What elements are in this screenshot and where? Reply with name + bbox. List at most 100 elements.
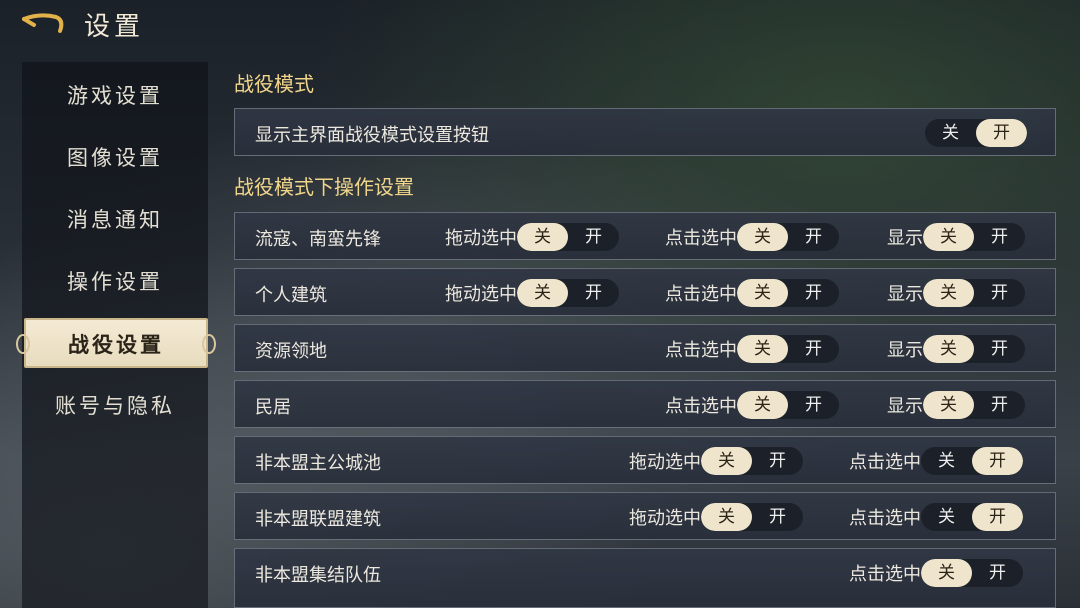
toggle-on[interactable]: 开 <box>788 391 839 419</box>
control-label: 显示 <box>887 284 923 305</box>
control-label: 显示 <box>887 340 923 361</box>
sidebar-item-notifications[interactable]: 消息通知 <box>22 194 208 246</box>
show-control: 显示 关 开 <box>887 222 1025 252</box>
settings-row: 非本盟联盟建筑 拖动选中 关 开 点击选中 关 开 <box>234 492 1056 540</box>
sidebar: 游戏设置 图像设置 消息通知 操作设置 战役设置 账号与隐私 <box>16 62 216 608</box>
toggle-switch[interactable]: 关 开 <box>517 279 619 307</box>
section-title-campaign-ops: 战役模式下操作设置 <box>234 175 414 199</box>
toggle-switch[interactable]: 关 开 <box>737 223 839 251</box>
toggle-on[interactable]: 开 <box>568 223 619 251</box>
toggle-on[interactable]: 开 <box>568 279 619 307</box>
toggle-off[interactable]: 关 <box>923 223 974 251</box>
toggle-on[interactable]: 开 <box>972 447 1023 475</box>
control-label: 点击选中 <box>665 284 737 305</box>
toggle-off[interactable]: 关 <box>925 119 976 147</box>
toggle-on[interactable]: 开 <box>972 559 1023 587</box>
sidebar-item-controls[interactable]: 操作设置 <box>22 256 208 308</box>
settings-row: 资源领地 点击选中 关 开 显示 关 开 <box>234 324 1056 372</box>
show-button-control: 关 开 <box>925 118 1027 148</box>
toggle-switch[interactable]: 关 开 <box>737 279 839 307</box>
toggle-off[interactable]: 关 <box>737 279 788 307</box>
toggle-switch[interactable]: 关 开 <box>923 335 1025 363</box>
control-label: 显示 <box>887 228 923 249</box>
drag-select-control: 拖动选中 关 开 <box>445 278 619 308</box>
click-select-control: 点击选中 关 开 <box>665 334 839 364</box>
toggle-on[interactable]: 开 <box>788 335 839 363</box>
toggle-on[interactable]: 开 <box>974 335 1025 363</box>
control-label: 点击选中 <box>849 508 921 529</box>
toggle-switch[interactable]: 关 开 <box>737 335 839 363</box>
click-select-control: 点击选中 关 开 <box>665 390 839 420</box>
click-select-control: 点击选中 关 开 <box>849 502 1023 532</box>
toggle-switch[interactable]: 关 开 <box>923 391 1025 419</box>
settings-row: 非本盟主公城池 拖动选中 关 开 点击选中 关 开 <box>234 436 1056 484</box>
page-title: 设置 <box>84 12 145 42</box>
toggle-on[interactable]: 开 <box>752 447 803 475</box>
show-control: 显示 关 开 <box>887 334 1025 364</box>
click-select-control: 点击选中 关 开 <box>849 446 1023 476</box>
toggle-switch[interactable]: 关 开 <box>923 223 1025 251</box>
toggle-off[interactable]: 关 <box>737 223 788 251</box>
toggle-switch[interactable]: 关 开 <box>701 503 803 531</box>
settings-row: 非本盟集结队伍 点击选中 关 开 <box>234 548 1056 608</box>
row-label: 资源领地 <box>255 341 327 362</box>
row-label: 非本盟联盟建筑 <box>255 509 381 530</box>
control-label: 显示 <box>887 396 923 417</box>
toggle-off[interactable]: 关 <box>923 335 974 363</box>
control-label: 拖动选中 <box>445 228 517 249</box>
control-label: 点击选中 <box>665 228 737 249</box>
row-label: 非本盟主公城池 <box>255 453 381 474</box>
settings-row: 民居 点击选中 关 开 显示 关 开 <box>234 380 1056 428</box>
toggle-on[interactable]: 开 <box>752 503 803 531</box>
toggle-switch[interactable]: 关 开 <box>737 391 839 419</box>
sidebar-item-graphics[interactable]: 图像设置 <box>22 132 208 184</box>
control-label: 拖动选中 <box>629 508 701 529</box>
control-label: 点击选中 <box>665 396 737 417</box>
control-label: 拖动选中 <box>629 452 701 473</box>
toggle-switch[interactable]: 关 开 <box>921 559 1023 587</box>
toggle-off[interactable]: 关 <box>923 391 974 419</box>
sidebar-item-account-privacy[interactable]: 账号与隐私 <box>22 380 208 432</box>
row-label: 非本盟集结队伍 <box>255 565 381 586</box>
click-select-control: 点击选中 关 开 <box>665 222 839 252</box>
row-label: 民居 <box>255 397 291 418</box>
toggle-on[interactable]: 开 <box>788 279 839 307</box>
toggle-on[interactable]: 开 <box>974 223 1025 251</box>
toggle-on[interactable]: 开 <box>976 119 1027 147</box>
settings-row: 显示主界面战役模式设置按钮 关 开 <box>234 108 1056 156</box>
toggle-off[interactable]: 关 <box>701 447 752 475</box>
toggle-off[interactable]: 关 <box>737 335 788 363</box>
toggle-off[interactable]: 关 <box>701 503 752 531</box>
toggle-off[interactable]: 关 <box>921 559 972 587</box>
toggle-switch[interactable]: 关 开 <box>923 279 1025 307</box>
toggle-off[interactable]: 关 <box>921 503 972 531</box>
drag-select-control: 拖动选中 关 开 <box>445 222 619 252</box>
toggle-off[interactable]: 关 <box>923 279 974 307</box>
settings-row: 流寇、南蛮先锋 拖动选中 关 开 点击选中 关 开 显示 关 开 <box>234 212 1056 260</box>
click-select-control: 点击选中 关 开 <box>665 278 839 308</box>
section-title-campaign-mode: 战役模式 <box>234 72 314 96</box>
show-control: 显示 关 开 <box>887 390 1025 420</box>
toggle-off[interactable]: 关 <box>737 391 788 419</box>
toggle-switch[interactable]: 关 开 <box>921 503 1023 531</box>
header: 设置 <box>0 0 1080 52</box>
control-label: 点击选中 <box>849 564 921 585</box>
toggle-switch[interactable]: 关 开 <box>925 119 1027 147</box>
toggle-switch[interactable]: 关 开 <box>701 447 803 475</box>
toggle-on[interactable]: 开 <box>974 391 1025 419</box>
sidebar-item-game[interactable]: 游戏设置 <box>22 70 208 122</box>
toggle-switch[interactable]: 关 开 <box>921 447 1023 475</box>
sidebar-item-campaign[interactable]: 战役设置 <box>16 318 216 368</box>
toggle-off[interactable]: 关 <box>921 447 972 475</box>
toggle-off[interactable]: 关 <box>517 279 568 307</box>
toggle-off[interactable]: 关 <box>517 223 568 251</box>
toggle-switch[interactable]: 关 开 <box>517 223 619 251</box>
toggle-on[interactable]: 开 <box>788 223 839 251</box>
toggle-on[interactable]: 开 <box>974 279 1025 307</box>
toggle-on[interactable]: 开 <box>972 503 1023 531</box>
row-label: 显示主界面战役模式设置按钮 <box>255 125 489 146</box>
drag-select-control: 拖动选中 关 开 <box>629 502 803 532</box>
show-control: 显示 关 开 <box>887 278 1025 308</box>
row-label: 个人建筑 <box>255 285 327 306</box>
back-arrow-icon[interactable] <box>20 9 66 39</box>
